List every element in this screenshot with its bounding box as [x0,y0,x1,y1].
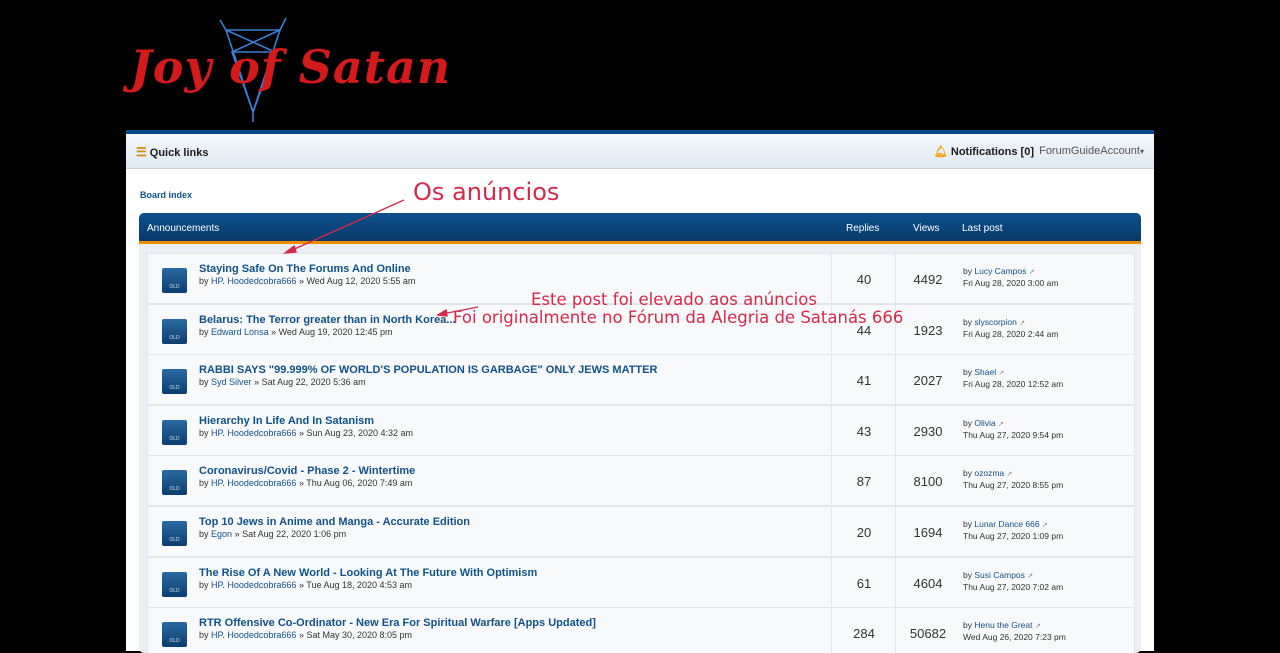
annotation-arrowhead-announcements [282,244,297,254]
annotation-elevated-line2: Foi originalmente no Fórum da Alegria de… [453,308,904,327]
annotation-arrowhead-elevated [435,308,448,317]
annotation-arrow-announcements [289,199,405,252]
annotation-elevated-line1: Este post foi elevado aos anúncios [531,290,817,309]
